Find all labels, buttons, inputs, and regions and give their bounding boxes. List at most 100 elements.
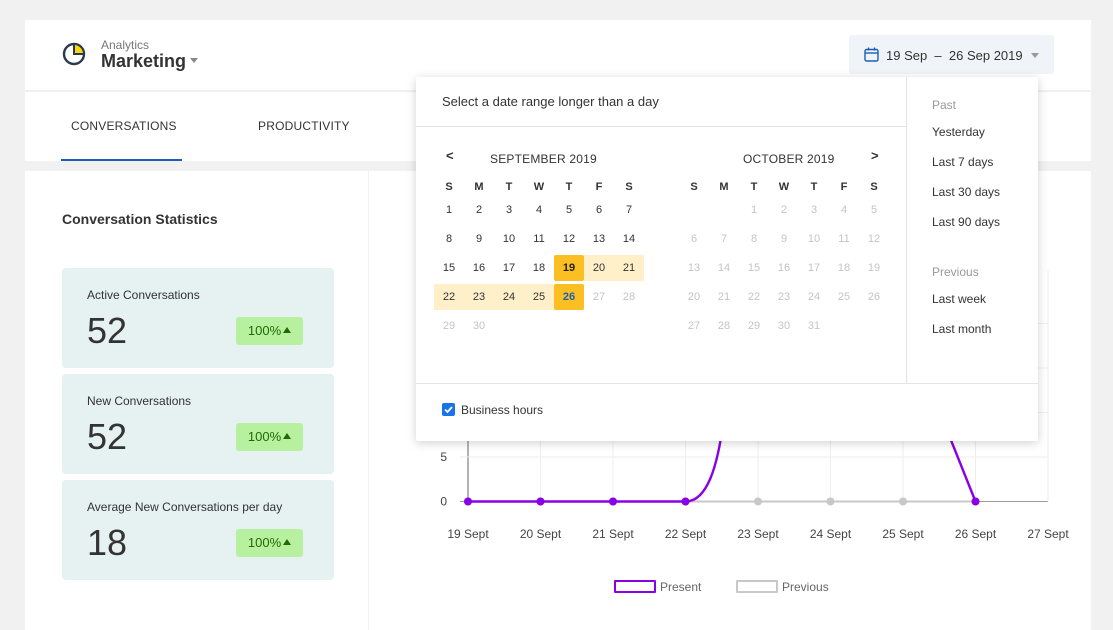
calendar-day: 28 <box>622 291 636 303</box>
preset-last-week[interactable]: Last week <box>932 292 986 306</box>
weekday-header: F <box>595 181 603 193</box>
stat-label: Active Conversations <box>87 288 200 302</box>
calendar-day[interactable]: 13 <box>584 226 614 252</box>
calendar-day: 27 <box>592 291 606 303</box>
business-hours-checkbox[interactable] <box>442 403 455 416</box>
calendar-day: 2 <box>780 204 788 216</box>
business-hours-label[interactable]: Business hours <box>461 403 543 417</box>
legend-label-present[interactable]: Present <box>660 580 701 594</box>
calendar-day[interactable]: 15 <box>434 255 464 281</box>
legend-swatch-previous[interactable] <box>736 580 778 593</box>
calendar-day: 22 <box>747 291 761 303</box>
calendar-day[interactable]: 18 <box>524 255 554 281</box>
change-badge: 100% <box>236 423 303 451</box>
calendar-day: 4 <box>840 204 848 216</box>
app-subtitle: Analytics <box>101 38 150 52</box>
weekday-header: T <box>565 181 573 193</box>
tab-conversations[interactable]: CONVERSATIONS <box>71 119 177 133</box>
change-value: 100% <box>247 429 282 444</box>
calendar-day[interactable]: 2 <box>464 197 494 223</box>
prev-month-button[interactable]: < <box>446 148 454 163</box>
date-range-button[interactable]: 19 Sep – 26 Sep 2019 <box>849 35 1054 74</box>
legend-swatch-present[interactable] <box>614 580 656 593</box>
preset-last-7-days[interactable]: Last 7 days <box>932 155 993 169</box>
calendar-day[interactable]: 8 <box>434 226 464 252</box>
calendar-day[interactable]: 17 <box>494 255 524 281</box>
date-range-dropdown: Select a date range longer than a day < … <box>416 77 1038 441</box>
calendar-day: 9 <box>780 233 788 245</box>
calendar-day[interactable]: 21 <box>614 255 644 281</box>
calendar-day: 23 <box>777 291 791 303</box>
calendar-day[interactable]: 4 <box>524 197 554 223</box>
calendar-day[interactable]: 1 <box>434 197 464 223</box>
change-value: 100% <box>247 535 282 550</box>
calendar-day[interactable]: 3 <box>494 197 524 223</box>
weekday-header: W <box>533 181 545 193</box>
calendar-day[interactable]: 24 <box>494 284 524 310</box>
calendar-day: 25 <box>837 291 851 303</box>
calendar-day: 20 <box>687 291 701 303</box>
calendar-day[interactable]: 23 <box>464 284 494 310</box>
pie-chart-logo-icon <box>62 42 86 66</box>
date-range-label: 19 Sep – 26 Sep 2019 <box>886 48 1023 63</box>
legend-label-previous[interactable]: Previous <box>782 580 829 594</box>
calendar-day: 12 <box>867 233 881 245</box>
calendar-day: 14 <box>717 262 731 274</box>
dropdown-header: Select a date range longer than a day <box>416 77 906 127</box>
weekday-header: T <box>810 181 818 193</box>
calendar-day[interactable]: 7 <box>614 197 644 223</box>
chevron-down-icon[interactable] <box>190 58 198 63</box>
calendar-day[interactable]: 6 <box>584 197 614 223</box>
calendar-day: 24 <box>807 291 821 303</box>
calendar-day: 7 <box>720 233 728 245</box>
calendar-day[interactable]: 12 <box>554 226 584 252</box>
weekday-header: M <box>719 181 729 193</box>
calendar-day[interactable]: 11 <box>524 226 554 252</box>
calendar-day[interactable]: 19 <box>554 255 584 281</box>
preset-last-90-days[interactable]: Last 90 days <box>932 215 1000 229</box>
weekday-header: T <box>505 181 513 193</box>
calendar-day: 28 <box>717 320 731 332</box>
presets-previous-heading: Previous <box>932 265 979 279</box>
calendar-day: 11 <box>838 233 850 245</box>
change-badge: 100% <box>236 317 303 345</box>
calendar-day: 18 <box>837 262 851 274</box>
calendar-day[interactable]: 9 <box>464 226 494 252</box>
tab-productivity[interactable]: PRODUCTIVITY <box>258 119 350 133</box>
calendar-day[interactable]: 22 <box>434 284 464 310</box>
calendar-day[interactable]: 5 <box>554 197 584 223</box>
stat-value: 52 <box>87 310 128 351</box>
calendar-day: 8 <box>750 233 758 245</box>
next-month-button[interactable]: > <box>871 148 879 163</box>
calendar-day: 1 <box>750 204 758 216</box>
weekday-header: S <box>445 181 453 193</box>
stats-panel: Conversation Statistics Active Conversat… <box>25 171 368 630</box>
calendar-day[interactable]: 26 <box>554 284 584 310</box>
arrow-up-icon <box>283 539 292 545</box>
weekday-header: S <box>690 181 698 193</box>
month-title-september: SEPTEMBER 2019 <box>490 152 597 166</box>
calendar-day[interactable]: 25 <box>524 284 554 310</box>
divider <box>416 383 1038 384</box>
weekday-header: M <box>474 181 484 193</box>
app-name[interactable]: Marketing <box>101 51 186 72</box>
chevron-down-icon <box>1031 53 1039 58</box>
stat-card-active: Active Conversations 52 100% <box>62 268 334 368</box>
preset-last-month[interactable]: Last month <box>932 322 991 336</box>
divider <box>906 77 907 383</box>
arrow-up-icon <box>283 327 292 333</box>
calendar-day: 30 <box>472 320 486 332</box>
calendar-day: 31 <box>807 320 821 332</box>
preset-yesterday[interactable]: Yesterday <box>932 125 985 139</box>
weekday-header: W <box>778 181 790 193</box>
calendar-day: 29 <box>747 320 761 332</box>
calendar-day[interactable]: 14 <box>614 226 644 252</box>
calendar-day: 16 <box>777 262 791 274</box>
calendar-day[interactable]: 20 <box>584 255 614 281</box>
preset-last-30-days[interactable]: Last 30 days <box>932 185 1000 199</box>
calendar-day: 5 <box>870 204 878 216</box>
weekday-header: F <box>840 181 848 193</box>
calendar-day[interactable]: 10 <box>494 226 524 252</box>
calendar-icon <box>864 47 879 62</box>
calendar-day[interactable]: 16 <box>464 255 494 281</box>
